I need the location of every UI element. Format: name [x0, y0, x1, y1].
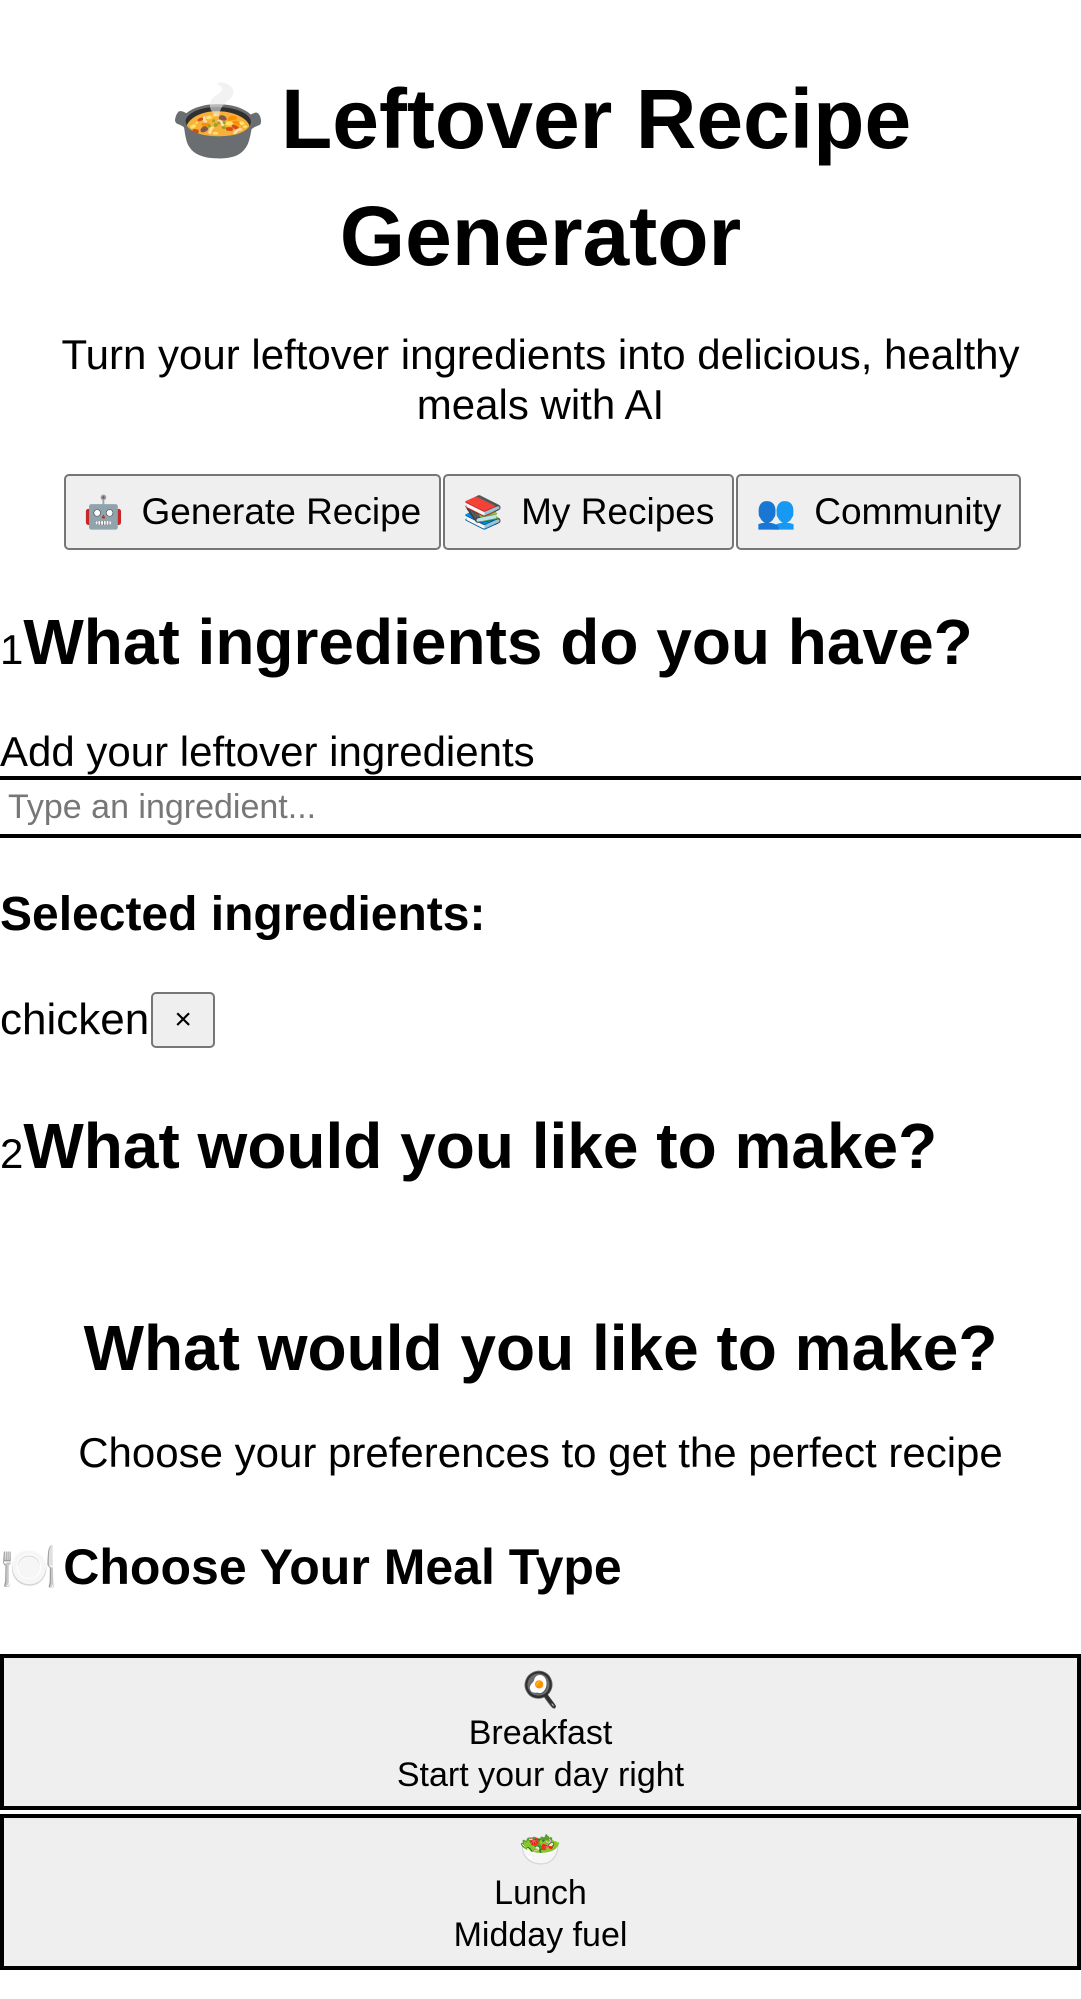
nav-label: Community: [814, 491, 1002, 532]
meal-option-desc: Midday fuel: [453, 1916, 628, 1954]
meal-option-lunch[interactable]: 🥗 Lunch Midday fuel: [0, 1814, 1081, 1970]
ingredient-input-label: Add your leftover ingredients: [0, 728, 535, 775]
main-nav: 🤖 Generate Recipe 📚 My Recipes 👥 Communi…: [0, 474, 1081, 550]
meal-option-desc: Start your day right: [396, 1756, 685, 1794]
remove-ingredient-button[interactable]: ×: [151, 992, 216, 1048]
my-recipes-button[interactable]: 📚 My Recipes: [443, 474, 735, 550]
robot-icon: 🤖: [83, 494, 124, 530]
ingredient-chip-label: chicken: [0, 995, 150, 1044]
salad-icon: 🥗: [519, 1831, 562, 1869]
meal-type-heading: 🍽️ Choose Your Meal Type: [0, 1538, 1081, 1596]
generate-recipe-button[interactable]: 🤖 Generate Recipe: [63, 474, 442, 550]
plate-cutlery-icon: 🍽️: [0, 1540, 58, 1593]
step-2-header: 2 What would you like to make?: [0, 1108, 1081, 1184]
preferences-title: What would you like to make?: [83, 1312, 998, 1384]
ingredient-chip: chicken ×: [0, 992, 1081, 1048]
nav-label: Generate Recipe: [141, 491, 422, 532]
meal-type-list: 🍳 Breakfast Start your day right 🥗 Lunch…: [0, 1654, 1081, 1970]
stew-pot-icon: 🍲: [169, 77, 267, 165]
meal-type-heading-text: Choose Your Meal Type: [63, 1539, 622, 1595]
step-heading: What ingredients do you have?: [23, 606, 973, 678]
step-1-header: 1 What ingredients do you have?: [0, 604, 1081, 680]
people-icon: 👥: [756, 494, 797, 530]
books-icon: 📚: [463, 494, 504, 530]
step-heading: What would you like to make?: [23, 1110, 938, 1182]
ingredient-input[interactable]: [0, 776, 1081, 838]
meal-option-name: Breakfast: [468, 1714, 613, 1752]
step-number: 1: [0, 626, 24, 673]
page-title: 🍲 Leftover Recipe Generator: [0, 0, 1081, 294]
nav-label: My Recipes: [521, 491, 715, 532]
community-button[interactable]: 👥 Community: [736, 474, 1022, 550]
step-number: 2: [0, 1130, 24, 1177]
preferences-subtitle: Choose your preferences to get the perfe…: [78, 1429, 1003, 1476]
selected-ingredients-heading: Selected ingredients:: [0, 888, 486, 941]
frying-pan-icon: 🍳: [519, 1671, 562, 1709]
title-text: Leftover Recipe Generator: [280, 72, 912, 283]
meal-option-name: Lunch: [494, 1874, 587, 1912]
page-subtitle: Turn your leftover ingredients into deli…: [61, 331, 1020, 428]
meal-option-breakfast[interactable]: 🍳 Breakfast Start your day right: [0, 1654, 1081, 1810]
